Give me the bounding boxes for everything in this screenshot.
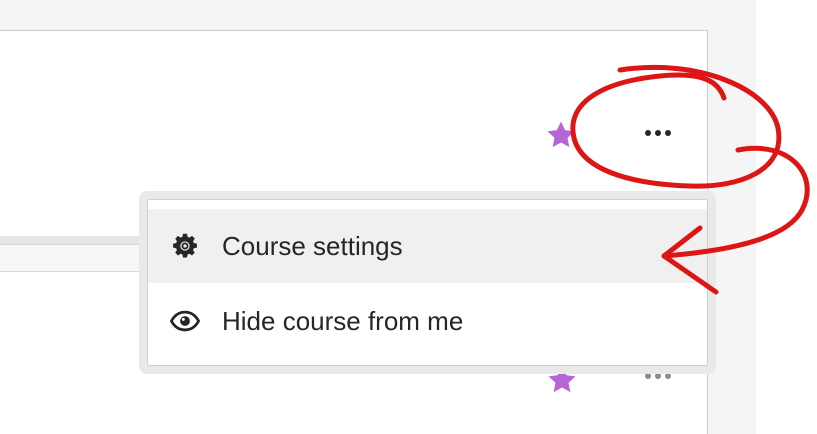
- menu-item-hide-course[interactable]: Hide course from me: [148, 284, 707, 358]
- menu-item-label: Hide course from me: [222, 305, 464, 336]
- right-gutter: [756, 0, 817, 434]
- favorite-star-icon[interactable]: [543, 117, 579, 153]
- more-horizontal-icon: [645, 130, 651, 136]
- menu-item-label: Course settings: [222, 230, 403, 261]
- eye-icon: [170, 306, 200, 336]
- course-options-menu: Course settings Hide course from me: [147, 199, 708, 366]
- gear-icon: [170, 231, 200, 261]
- menu-item-course-settings[interactable]: Course settings: [148, 209, 707, 283]
- course-options-button[interactable]: [636, 118, 680, 148]
